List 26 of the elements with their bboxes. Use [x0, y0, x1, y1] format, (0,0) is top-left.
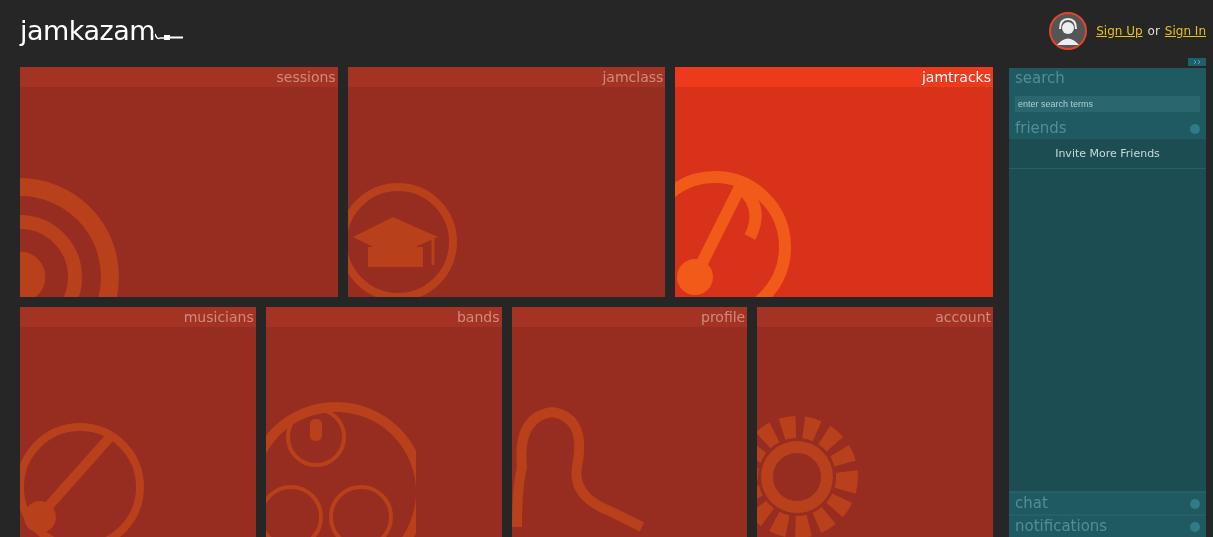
- toggle-icon[interactable]: [1190, 123, 1200, 134]
- toggle-icon[interactable]: [1190, 521, 1200, 532]
- tile-title: profile: [511, 307, 748, 327]
- menu-tile[interactable]: profile: [511, 307, 748, 537]
- menu-tile[interactable]: jamtracks: [675, 67, 993, 297]
- tile-title: account: [757, 307, 993, 327]
- collapse-icon[interactable]: [1188, 58, 1206, 66]
- toggle-icon[interactable]: [1190, 498, 1200, 509]
- tile-title: sessions: [20, 67, 338, 87]
- cable-plug-icon: [155, 32, 184, 42]
- menu-tile[interactable]: sessions: [20, 67, 338, 297]
- tile-title: jamtracks: [675, 67, 993, 87]
- avatar-icon[interactable]: [1049, 11, 1088, 50]
- search-field[interactable]: enter search terms: [1015, 96, 1200, 112]
- logo: jamkazam: [20, 17, 156, 44]
- sign-in-link[interactable]: Sign In: [1164, 23, 1206, 38]
- menu-tile[interactable]: musicians: [20, 307, 256, 537]
- menu-tile[interactable]: jamclass: [347, 67, 666, 297]
- menu-tile[interactable]: bands: [265, 307, 502, 537]
- tile-title: musicians: [20, 307, 256, 327]
- tile-title: jamclass: [347, 67, 666, 87]
- tile-title: bands: [265, 307, 502, 327]
- sign-up-link[interactable]: Sign Up: [1096, 23, 1143, 38]
- invite-friends-link[interactable]: Invite More Friends: [1009, 139, 1206, 169]
- separator-text: or: [1147, 23, 1160, 38]
- menu-tile[interactable]: account: [757, 307, 993, 537]
